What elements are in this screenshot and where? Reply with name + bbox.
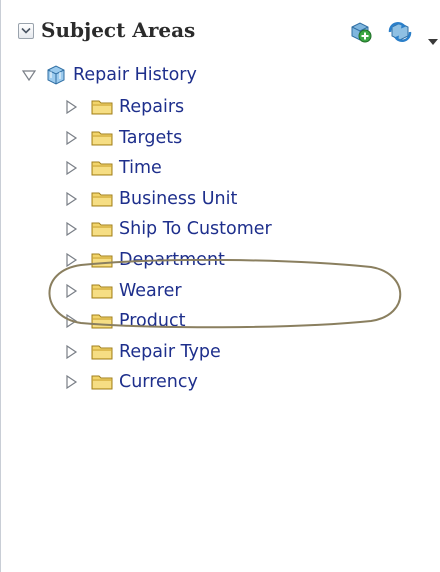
tree-node-label: Repair History: [73, 65, 197, 85]
tree-node-business-unit[interactable]: Business Unit: [63, 184, 237, 214]
expanded-triangle-icon[interactable]: [21, 67, 37, 83]
collapsed-triangle-icon[interactable]: [63, 283, 79, 299]
tree-node-label: Product: [119, 311, 186, 331]
collapse-toggle-icon[interactable]: [18, 23, 34, 39]
collapsed-triangle-icon[interactable]: [63, 344, 79, 360]
collapsed-triangle-icon[interactable]: [63, 130, 79, 146]
tree-node-ship-to-customer[interactable]: Ship To Customer: [63, 214, 272, 244]
folder-icon: [91, 131, 113, 146]
tree-node-label: Targets: [119, 128, 183, 148]
folder-icon: [91, 345, 113, 360]
tree-node-department[interactable]: Department: [63, 245, 225, 275]
collapsed-triangle-icon[interactable]: [63, 99, 79, 115]
folder-icon: [91, 192, 113, 207]
folder-icon: [91, 375, 113, 390]
subject-area-cube-icon: [47, 65, 65, 85]
folder-icon: [91, 222, 113, 237]
collapsed-triangle-icon[interactable]: [63, 221, 79, 237]
tree-node-label: Business Unit: [119, 189, 238, 209]
dropdown-caret-icon[interactable]: [428, 30, 438, 49]
folder-icon: [91, 284, 113, 299]
add-subject-area-icon[interactable]: [348, 21, 372, 47]
refresh-icon[interactable]: [387, 21, 413, 47]
tree-node-label: Time: [119, 158, 162, 178]
tree-node-currency[interactable]: Currency: [63, 367, 198, 397]
folder-icon: [91, 100, 113, 115]
tree-node-wearer[interactable]: Wearer: [63, 276, 182, 306]
tree-node-repairs[interactable]: Repairs: [63, 92, 184, 122]
collapsed-triangle-icon[interactable]: [63, 191, 79, 207]
tree-node-label: Repairs: [119, 97, 185, 117]
collapsed-triangle-icon[interactable]: [63, 374, 79, 390]
tree-node-product[interactable]: Product: [63, 306, 185, 336]
panel-header: Subject Areas: [1, 0, 440, 50]
subject-areas-panel: Subject Areas Repair History Repairs Tar…: [0, 0, 440, 572]
panel-title: Subject Areas: [41, 18, 196, 42]
tree-node-time[interactable]: Time: [63, 153, 162, 183]
folder-icon: [91, 314, 113, 329]
tree-node-repair-history[interactable]: Repair History: [21, 60, 197, 90]
tree-node-label: Department: [119, 250, 225, 270]
collapsed-triangle-icon[interactable]: [63, 313, 79, 329]
tree-node-label: Ship To Customer: [119, 219, 272, 239]
folder-icon: [91, 253, 113, 268]
collapsed-triangle-icon[interactable]: [63, 252, 79, 268]
tree-node-label: Currency: [119, 372, 198, 392]
tree-node-label: Wearer: [119, 281, 182, 301]
tree-node-repair-type[interactable]: Repair Type: [63, 337, 221, 367]
folder-icon: [91, 161, 113, 176]
tree-node-label: Repair Type: [119, 342, 221, 362]
collapsed-triangle-icon[interactable]: [63, 160, 79, 176]
tree-node-targets[interactable]: Targets: [63, 123, 182, 153]
